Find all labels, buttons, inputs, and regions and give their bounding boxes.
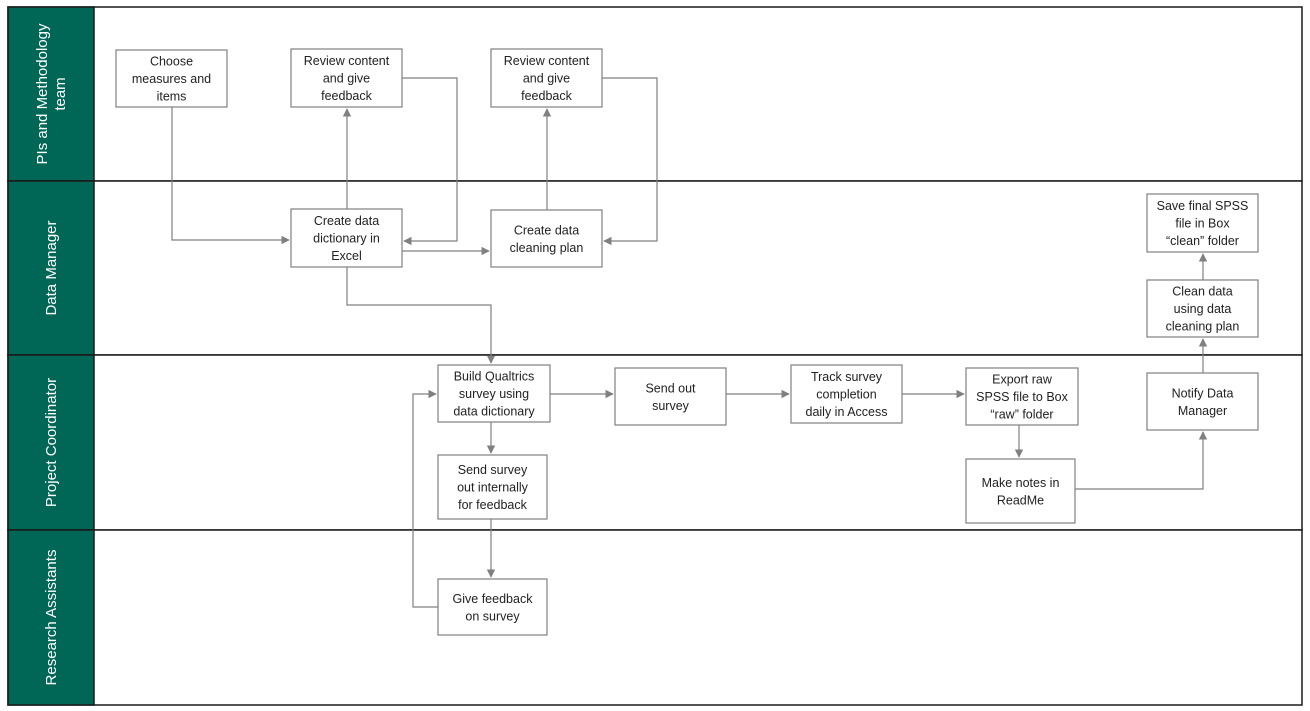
lane-ra: Research Assistants (7, 529, 1303, 706)
step-label: Track survey completion daily in Access (806, 370, 888, 419)
step-box[interactable] (437, 578, 548, 636)
lane-header (7, 6, 95, 182)
lane-dm: Data Manager (7, 180, 1303, 356)
lanes-layer: PIs and MethodologyteamData ManagerProje… (7, 6, 1303, 706)
step-box[interactable] (1146, 372, 1259, 431)
step-send-out-survey[interactable]: Send out survey (614, 367, 727, 426)
swimlane-diagram: PIs and MethodologyteamData ManagerProje… (7, 6, 1303, 706)
lane-label: Data Manager (43, 220, 60, 315)
step-label: Send survey out internally for feedback (457, 463, 529, 512)
step-export-raw-spss[interactable]: Export raw SPSS file to Box “raw” folder (965, 367, 1079, 426)
step-clean-data[interactable]: Clean data using data cleaning plan (1146, 279, 1259, 338)
step-review-content-1[interactable]: Review content and give feedback (290, 48, 403, 108)
step-create-data-dictionary[interactable]: Create data dictionary in Excel (290, 208, 403, 268)
step-track-completion[interactable]: Track survey completion daily in Access (790, 364, 903, 424)
step-send-internally[interactable]: Send survey out internally for feedback (437, 454, 548, 520)
step-choose-measures[interactable]: Choose measures and items (115, 49, 228, 108)
step-make-notes-readme[interactable]: Make notes in ReadMe (965, 458, 1076, 524)
step-give-feedback[interactable]: Give feedback on survey (437, 578, 548, 636)
lane-body (7, 180, 1303, 356)
step-box[interactable] (490, 209, 603, 268)
step-notify-data-manager[interactable]: Notify Data Manager (1146, 372, 1259, 431)
step-label: Clean data using data cleaning plan (1166, 285, 1240, 334)
lane-label: Project Coordinator (43, 378, 60, 507)
step-label: Build Qualtrics survey using data dictiona… (453, 370, 535, 419)
step-save-final-spss[interactable]: Save final SPSS file in Box “clean” folder (1146, 193, 1259, 253)
step-review-content-2[interactable]: Review content and give feedback (490, 48, 603, 108)
lane-body (7, 529, 1303, 706)
step-box[interactable] (614, 367, 727, 426)
step-create-cleaning-plan[interactable]: Create data cleaning plan (490, 209, 603, 268)
step-build-qualtrics[interactable]: Build Qualtrics survey using data dictiona… (437, 364, 551, 423)
step-box[interactable] (965, 458, 1076, 524)
lane-label: Research Assistants (43, 550, 60, 686)
